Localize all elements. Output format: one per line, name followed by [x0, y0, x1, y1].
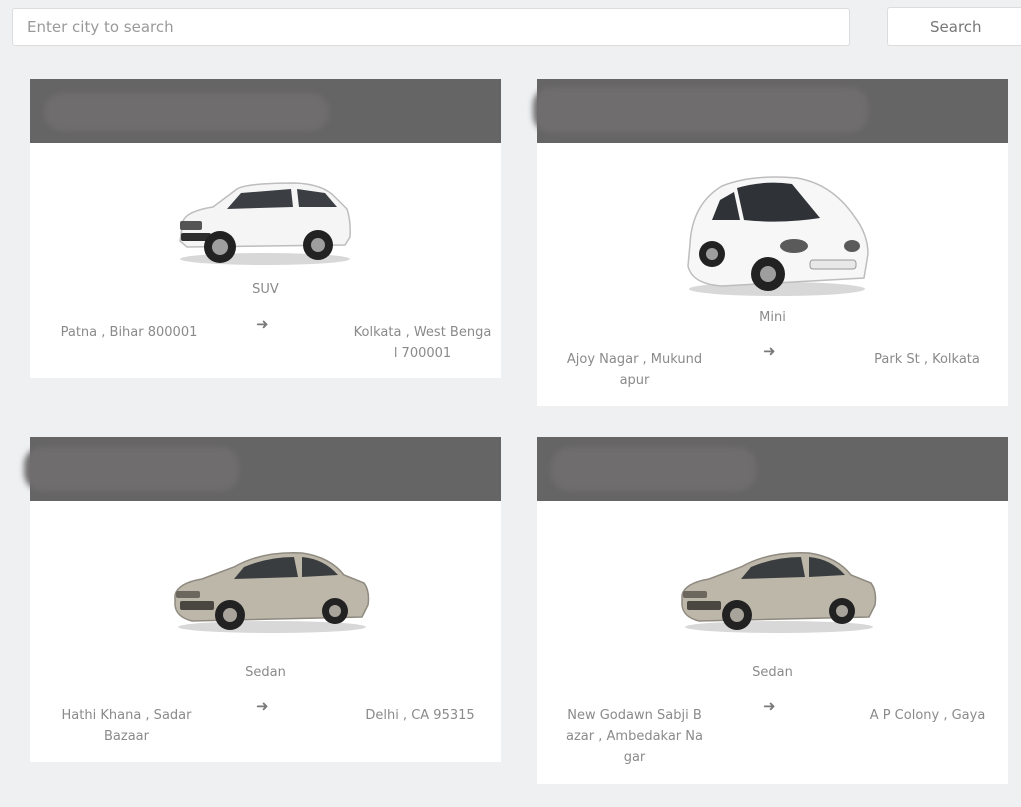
card-header [533, 79, 1008, 143]
car-type: Sedan [245, 665, 286, 680]
hatchback-car-image [687, 176, 869, 296]
header-blur [551, 447, 756, 491]
ride-card[interactable]: Sedan ➜ New Godawn Sabji B azar , Ambeda… [537, 437, 1008, 784]
from-location: Ajoy Nagar , Mukund apur [566, 352, 703, 388]
to-location: A P Colony , Gaya [869, 708, 986, 723]
sedan-car-image [681, 552, 877, 633]
header-blur [533, 87, 868, 133]
arrow-right-icon: ➜ [256, 697, 269, 715]
ride-card[interactable]: Mini ➜ Ajoy Nagar , Mukund apur Park St … [533, 79, 1008, 406]
ride-card[interactable]: Sedan ➜ Hathi Khana , Sadar Bazaar Delhi… [24, 437, 501, 762]
arrow-right-icon: ➜ [256, 315, 269, 333]
sedan-car-image [174, 552, 370, 633]
search-input[interactable] [12, 8, 850, 46]
arrow-right-icon: ➜ [763, 697, 776, 715]
card-header [24, 437, 501, 501]
search-button[interactable]: Search [887, 7, 1021, 46]
car-type: Sedan [752, 665, 793, 680]
arrow-right-icon: ➜ [763, 342, 776, 360]
from-location: Patna , Bihar 800001 [60, 325, 198, 340]
to-location: Park St , Kolkata [874, 352, 980, 367]
to-location: Delhi , CA 95315 [365, 708, 475, 723]
card-header [30, 79, 501, 143]
car-type: SUV [252, 282, 279, 297]
from-location: Hathi Khana , Sadar Bazaar [61, 708, 192, 744]
ride-card[interactable]: SUV ➜ Patna , Bihar 800001 Kolkata , Wes… [30, 79, 501, 378]
suv-car-image [179, 182, 351, 265]
from-location: New Godawn Sabji B azar , Ambedakar Na g… [566, 708, 703, 765]
header-blur [44, 93, 329, 131]
car-type: Mini [759, 310, 786, 325]
card-header [537, 437, 1008, 501]
header-blur [24, 447, 239, 491]
to-location: Kolkata , West Benga l 700001 [353, 325, 492, 361]
